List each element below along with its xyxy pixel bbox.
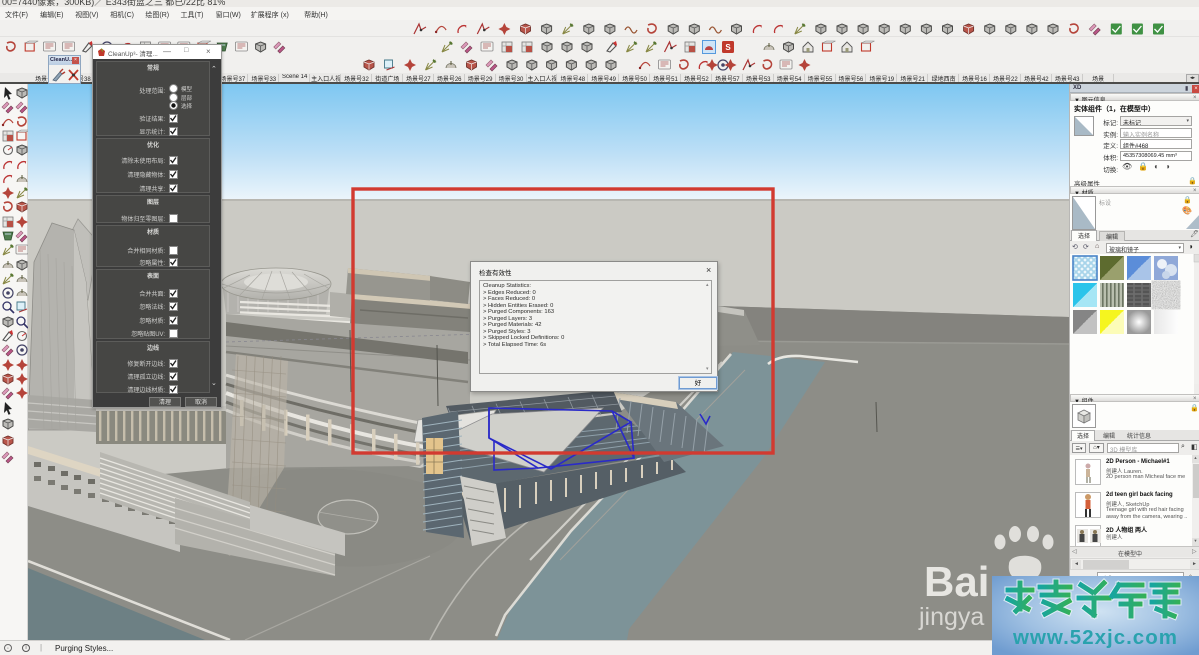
- svg-text:jingya: jingya: [918, 603, 984, 631]
- svg-text:Bai: Bai: [924, 558, 989, 605]
